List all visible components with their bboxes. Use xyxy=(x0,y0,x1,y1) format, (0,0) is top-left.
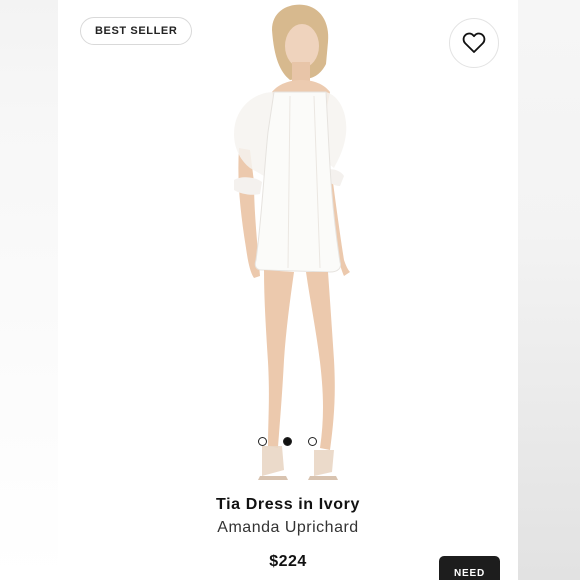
product-image[interactable] xyxy=(58,0,518,485)
page-background-right xyxy=(518,0,580,580)
carousel-dot-3[interactable] xyxy=(308,437,317,446)
product-card[interactable]: BEST SELLER Tia Dress in Ivory Amanda Up… xyxy=(58,0,518,580)
page-background-left xyxy=(0,0,58,580)
carousel-indicator xyxy=(258,437,317,446)
best-seller-badge: BEST SELLER xyxy=(80,17,193,45)
best-seller-badge-label: BEST SELLER xyxy=(95,25,178,37)
need-button[interactable]: NEED xyxy=(439,556,500,580)
product-brand[interactable]: Amanda Uprichard xyxy=(58,519,518,537)
need-button-label: NEED xyxy=(454,568,485,579)
heart-icon xyxy=(462,32,486,53)
wishlist-button[interactable] xyxy=(449,18,499,68)
carousel-dot-1[interactable] xyxy=(258,437,267,446)
product-title[interactable]: Tia Dress in Ivory xyxy=(58,496,518,514)
carousel-dot-2[interactable] xyxy=(283,437,292,446)
